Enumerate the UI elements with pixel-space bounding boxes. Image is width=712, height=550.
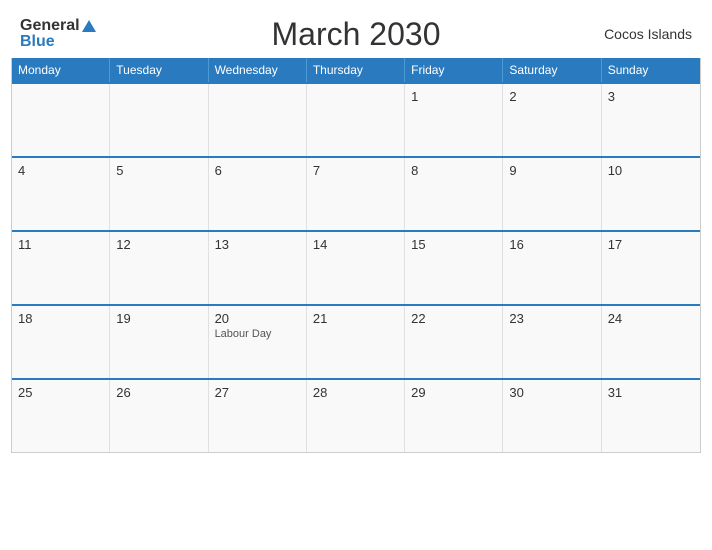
cell-day-number: 11 (18, 237, 103, 252)
calendar-cell: 1 (405, 84, 503, 156)
cell-holiday-name: Labour Day (215, 328, 300, 340)
calendar-cell: 23 (503, 306, 601, 378)
calendar-cell: 17 (602, 232, 700, 304)
calendar-cell: 19 (110, 306, 208, 378)
calendar: MondayTuesdayWednesdayThursdayFridaySatu… (11, 58, 701, 453)
cell-day-number: 27 (215, 385, 300, 400)
day-header-saturday: Saturday (503, 58, 601, 82)
day-headers-row: MondayTuesdayWednesdayThursdayFridaySatu… (12, 58, 700, 82)
cell-day-number: 3 (608, 89, 694, 104)
week-row-4: 18 19 20 Labour Day 21 22 23 24 (12, 304, 700, 378)
calendar-cell (307, 84, 405, 156)
calendar-grid: 1234567891011121314151617181920Labour Da… (12, 82, 700, 452)
calendar-cell (209, 84, 307, 156)
calendar-cell: 12 (110, 232, 208, 304)
calendar-cell: 5 (110, 158, 208, 230)
day-header-tuesday: Tuesday (110, 58, 208, 82)
cell-day-number: 24 (608, 311, 694, 326)
logo-triangle-icon (82, 20, 96, 32)
cell-day-number: 5 (116, 163, 201, 178)
calendar-cell (110, 84, 208, 156)
calendar-cell: 26 (110, 380, 208, 452)
cell-day-number: 1 (411, 89, 496, 104)
calendar-cell: 6 (209, 158, 307, 230)
cell-day-number: 30 (509, 385, 594, 400)
calendar-cell: 2 (503, 84, 601, 156)
week-row-3: 11 12 13 14 15 16 17 (12, 230, 700, 304)
calendar-cell: 31 (602, 380, 700, 452)
cell-day-number: 19 (116, 311, 201, 326)
calendar-cell: 9 (503, 158, 601, 230)
calendar-cell: 8 (405, 158, 503, 230)
cell-day-number: 20 (215, 311, 300, 326)
cell-day-number: 31 (608, 385, 694, 400)
calendar-cell: 4 (12, 158, 110, 230)
cell-day-number: 16 (509, 237, 594, 252)
cell-day-number: 23 (509, 311, 594, 326)
calendar-header: General Blue March 2030 Cocos Islands (0, 0, 712, 58)
calendar-cell: 22 (405, 306, 503, 378)
logo-blue-text: Blue (20, 34, 55, 50)
cell-day-number: 9 (509, 163, 594, 178)
cell-day-number: 17 (608, 237, 694, 252)
day-header-wednesday: Wednesday (209, 58, 307, 82)
calendar-cell: 28 (307, 380, 405, 452)
calendar-cell: 14 (307, 232, 405, 304)
calendar-cell: 11 (12, 232, 110, 304)
cell-day-number: 25 (18, 385, 103, 400)
calendar-cell: 29 (405, 380, 503, 452)
cell-day-number: 15 (411, 237, 496, 252)
country-name: Cocos Islands (604, 26, 692, 42)
day-header-thursday: Thursday (307, 58, 405, 82)
calendar-cell: 20 Labour Day (209, 306, 307, 378)
cell-day-number: 4 (18, 163, 103, 178)
cell-day-number: 8 (411, 163, 496, 178)
calendar-cell: 18 (12, 306, 110, 378)
calendar-cell (12, 84, 110, 156)
calendar-cell: 16 (503, 232, 601, 304)
calendar-cell: 7 (307, 158, 405, 230)
logo-general-text: General (20, 18, 80, 34)
calendar-cell: 21 (307, 306, 405, 378)
calendar-cell: 15 (405, 232, 503, 304)
calendar-cell: 25 (12, 380, 110, 452)
calendar-cell: 24 (602, 306, 700, 378)
cell-day-number: 18 (18, 311, 103, 326)
logo: General Blue (20, 18, 96, 50)
calendar-cell: 13 (209, 232, 307, 304)
day-header-monday: Monday (12, 58, 110, 82)
calendar-cell: 10 (602, 158, 700, 230)
cell-day-number: 29 (411, 385, 496, 400)
cell-day-number: 10 (608, 163, 694, 178)
calendar-cell: 27 (209, 380, 307, 452)
cell-day-number: 21 (313, 311, 398, 326)
cell-day-number: 26 (116, 385, 201, 400)
cell-day-number: 7 (313, 163, 398, 178)
month-title: March 2030 (272, 16, 441, 53)
cell-day-number: 28 (313, 385, 398, 400)
week-row-2: 456789 10 (12, 156, 700, 230)
day-header-sunday: Sunday (602, 58, 700, 82)
cell-day-number: 6 (215, 163, 300, 178)
calendar-cell: 3 (602, 84, 700, 156)
cell-day-number: 2 (509, 89, 594, 104)
cell-day-number: 14 (313, 237, 398, 252)
cell-day-number: 22 (411, 311, 496, 326)
cell-day-number: 12 (116, 237, 201, 252)
day-header-friday: Friday (405, 58, 503, 82)
cell-day-number: 13 (215, 237, 300, 252)
week-row-1: 123 (12, 82, 700, 156)
calendar-cell: 30 (503, 380, 601, 452)
week-row-5: 25 26 27 28 29 30 31 (12, 378, 700, 452)
